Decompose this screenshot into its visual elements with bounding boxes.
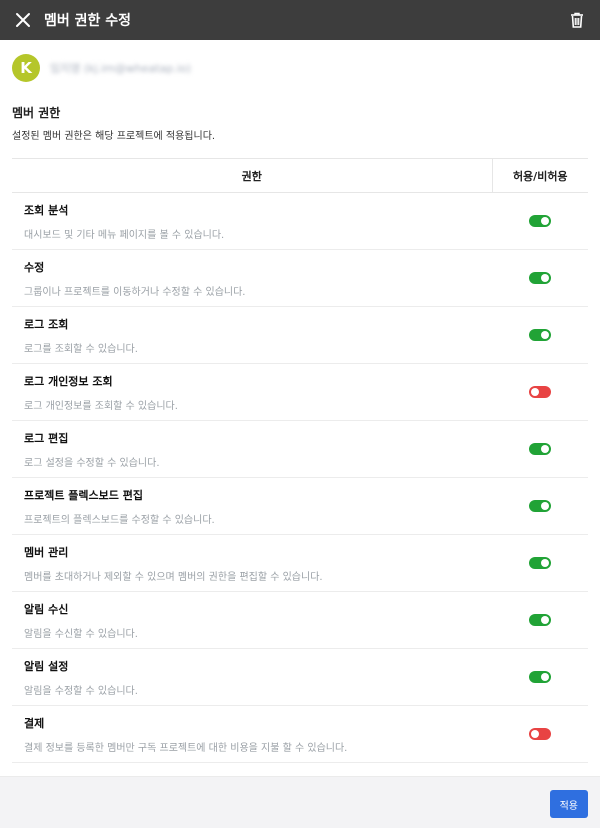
table-row: 프로젝트 플렉스보드 편집프로젝트의 플렉스보드를 수정할 수 있습니다. <box>12 477 588 535</box>
close-icon[interactable] <box>14 11 32 29</box>
permission-cell: 멤버 관리멤버를 초대하거나 제외할 수 있으며 멤버의 권한을 편집할 수 있… <box>12 534 492 592</box>
permission-toggle[interactable] <box>529 499 551 512</box>
permission-toggle[interactable] <box>529 727 551 740</box>
toggle-knob <box>541 558 549 567</box>
toggle-knob <box>531 387 539 396</box>
toggle-cell <box>492 192 588 250</box>
member-info: K 임지영 (kj.im@wheatap.io) <box>0 40 600 96</box>
permission-toggle[interactable] <box>529 670 551 683</box>
permission-toggle[interactable] <box>529 442 551 455</box>
permission-rows: 조회 분석 대시보드 및 기타 메뉴 페이지를 볼 수 있습니다. 수정 그룹이나 프… <box>12 192 588 763</box>
member-name: 임지영 (kj.im@wheatap.io) <box>50 62 191 75</box>
permission-name: 로그 편집 <box>24 431 69 445</box>
toggle-knob <box>541 273 549 282</box>
toggle-knob <box>531 729 539 738</box>
header-permission: 권한 <box>12 158 492 193</box>
permission-cell: 조회 분석대시보드 및 기타 메뉴 페이지를 볼 수 있습니다. <box>12 192 492 250</box>
table-row: 멤버 관리멤버를 초대하거나 제외할 수 있으며 멤버의 권한을 편집할 수 있… <box>12 534 588 592</box>
table-row: 알림 수신알림을 수신할 수 있습니다. <box>12 591 588 649</box>
permission-description: 로그를 조회할 수 있습니다. <box>24 343 138 355</box>
permission-cell: 로그 조회로그를 조회할 수 있습니다. <box>12 306 492 364</box>
permission-description: 멤버를 초대하거나 제외할 수 있으며 멤버의 권한을 편집할 수 있습니다. <box>24 571 323 583</box>
toggle-cell <box>492 249 588 307</box>
permission-name: 로그 조회 <box>24 317 69 331</box>
permission-description: 그룹이나 프로젝트를 이동하거나 수정할 수 있습니다. <box>24 286 246 298</box>
modal-title: 멤버 권한 수정 <box>44 13 132 29</box>
permission-name: 결제 <box>24 716 45 730</box>
modal-footer: 적용 <box>0 776 600 828</box>
permission-description: 대시보드 및 기타 메뉴 페이지를 볼 수 있습니다. <box>24 229 225 241</box>
table-header-row: 권한 허용/비허용 <box>12 158 588 193</box>
permission-name: 프로젝트 플렉스보드 편집 <box>24 488 143 502</box>
avatar: K <box>12 54 40 82</box>
trash-icon[interactable] <box>568 11 586 29</box>
table-row: 로그 편집로그 설정을 수정할 수 있습니다. <box>12 420 588 478</box>
toggle-cell <box>492 534 588 592</box>
permission-cell: 알림 설정알림을 수정할 수 있습니다. <box>12 648 492 706</box>
permission-name: 수정 <box>24 260 45 274</box>
toggle-knob <box>541 444 549 453</box>
permission-description: 결제 정보를 등록한 멤버만 구독 프로젝트에 대한 비용을 지불 할 수 있습… <box>24 742 348 754</box>
permission-description: 알림을 수신할 수 있습니다. <box>24 628 138 640</box>
permission-toggle[interactable] <box>529 328 551 341</box>
permission-description: 프로젝트의 플렉스보드를 수정할 수 있습니다. <box>24 514 215 526</box>
permission-cell: 결제결제 정보를 등록한 멤버만 구독 프로젝트에 대한 비용을 지불 할 수 … <box>12 705 492 763</box>
permission-cell: 로그 개인정보 조회로그 개인정보를 조회할 수 있습니다. <box>12 363 492 421</box>
toggle-cell <box>492 648 588 706</box>
toggle-knob <box>541 672 549 681</box>
permission-description: 로그 개인정보를 조회할 수 있습니다. <box>24 400 178 412</box>
table-row: 조회 분석대시보드 및 기타 메뉴 페이지를 볼 수 있습니다. <box>12 192 588 250</box>
toggle-cell <box>492 591 588 649</box>
toggle-knob <box>541 501 549 510</box>
toggle-knob <box>541 615 549 624</box>
toggle-knob <box>541 330 549 339</box>
toggle-cell <box>492 420 588 478</box>
permission-name: 알림 설정 <box>24 659 69 673</box>
table-row: 결제결제 정보를 등록한 멤버만 구독 프로젝트에 대한 비용을 지불 할 수 … <box>12 705 588 763</box>
permission-description: 로그 설정을 수정할 수 있습니다. <box>24 457 160 469</box>
permission-cell: 수정그룹이나 프로젝트를 이동하거나 수정할 수 있습니다. <box>12 249 492 307</box>
toggle-cell <box>492 705 588 763</box>
permission-toggle[interactable] <box>529 271 551 284</box>
permission-toggle[interactable] <box>529 613 551 626</box>
modal-header: 멤버 권한 수정 <box>0 0 600 40</box>
permission-toggle[interactable] <box>529 214 551 227</box>
toggle-cell <box>492 306 588 364</box>
header-toggle: 허용/비허용 <box>491 158 588 193</box>
permission-name: 로그 개인정보 조회 <box>24 374 113 388</box>
toggle-cell <box>492 477 588 535</box>
section-description: 설정된 멤버 권한은 해당 프로젝트에 적용됩니다. <box>12 131 216 142</box>
permission-section: 멤버 권한 설정된 멤버 권한은 해당 프로젝트에 적용됩니다. <box>0 104 600 142</box>
permission-cell: 로그 편집로그 설정을 수정할 수 있습니다. <box>12 420 492 478</box>
table-row: 알림 설정알림을 수정할 수 있습니다. <box>12 648 588 706</box>
permission-table: 권한 허용/비허용 조회 분석대시보드 및 기타 메뉴 페이지를 볼 수 있습니… <box>12 158 588 763</box>
section-title: 멤버 권한 <box>12 106 61 120</box>
table-row: 로그 개인정보 조회로그 개인정보를 조회할 수 있습니다. <box>12 363 588 421</box>
permission-description: 알림을 수정할 수 있습니다. <box>24 685 138 697</box>
permission-toggle[interactable] <box>529 385 551 398</box>
permission-cell: 알림 수신알림을 수신할 수 있습니다. <box>12 591 492 649</box>
table-row: 로그 조회로그를 조회할 수 있습니다. <box>12 306 588 364</box>
toggle-cell <box>492 363 588 421</box>
permission-name: 멤버 관리 <box>24 545 69 559</box>
permission-name: 조회 분석 <box>24 203 69 217</box>
permission-cell: 프로젝트 플렉스보드 편집프로젝트의 플렉스보드를 수정할 수 있습니다. <box>12 477 492 535</box>
permission-name: 알림 수신 <box>24 602 69 616</box>
table-row: 수정그룹이나 프로젝트를 이동하거나 수정할 수 있습니다. <box>12 249 588 307</box>
apply-button[interactable]: 적용 <box>549 790 588 818</box>
toggle-knob <box>541 216 549 225</box>
permission-toggle[interactable] <box>529 556 551 569</box>
